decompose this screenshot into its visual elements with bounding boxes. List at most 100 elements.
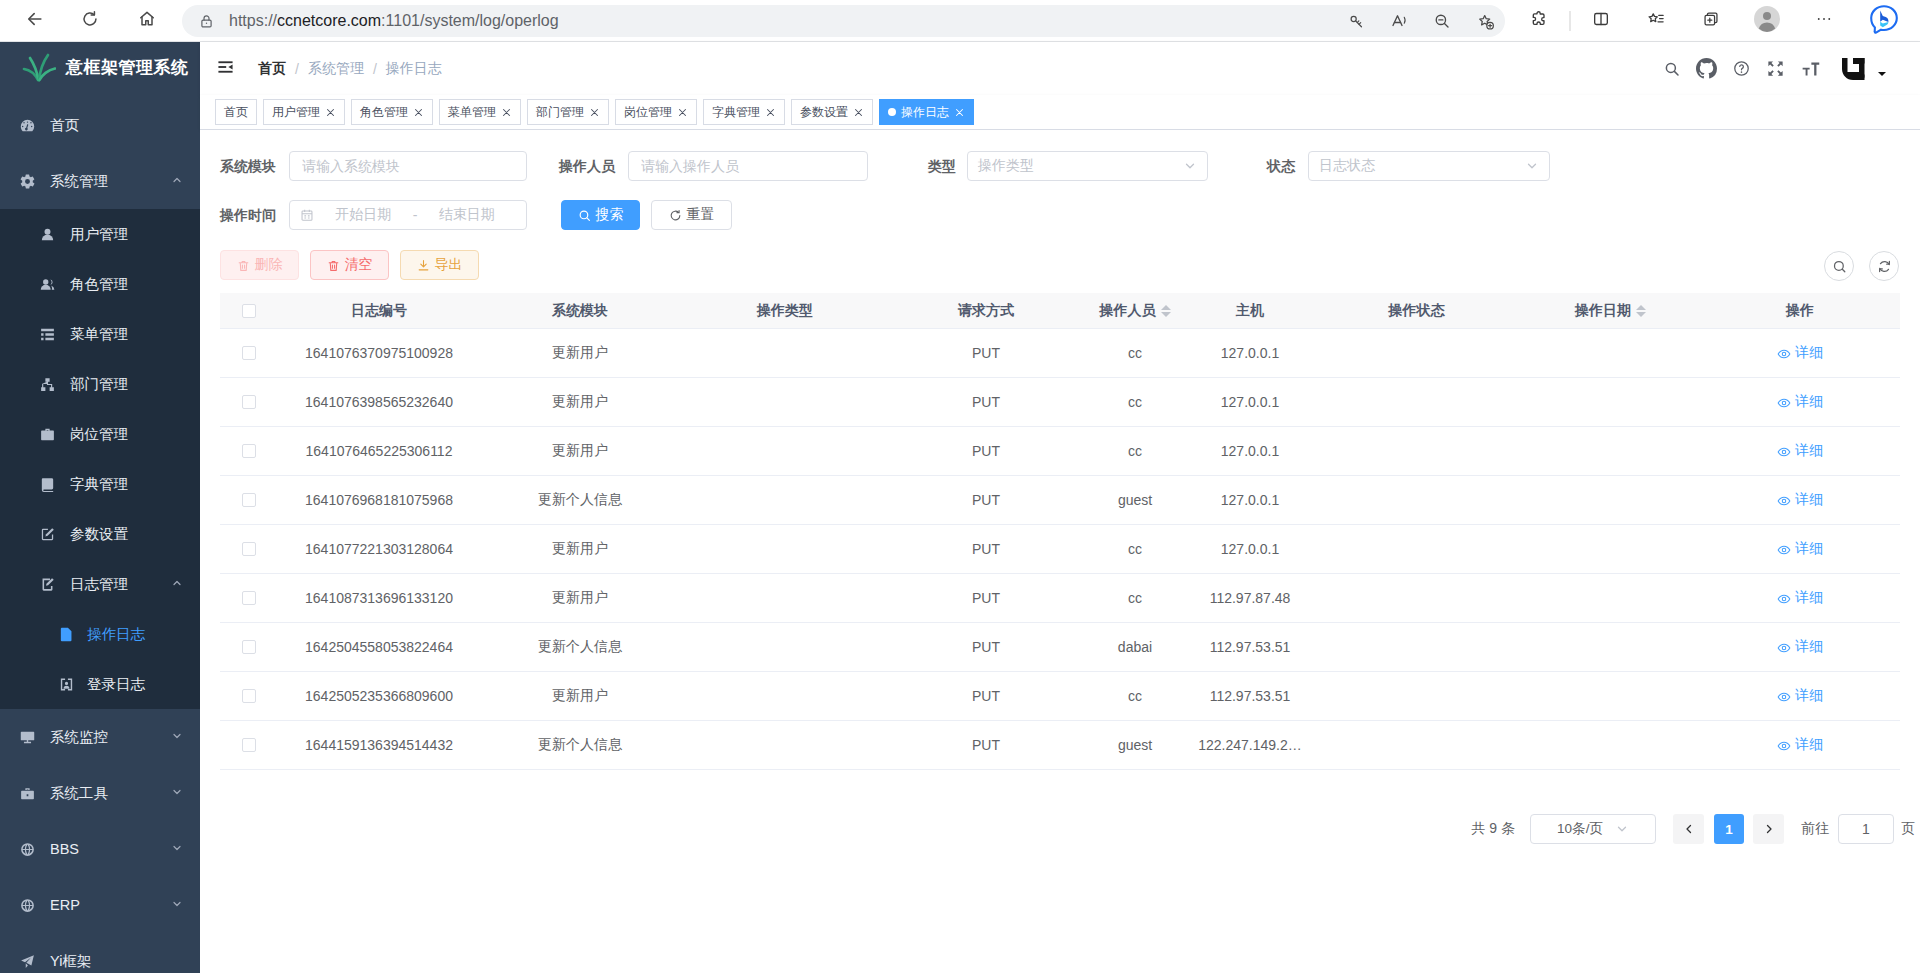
header-search-icon[interactable] xyxy=(1663,60,1681,78)
table-header-date[interactable]: 操作日期 xyxy=(1521,293,1700,328)
detail-button[interactable]: 详细 xyxy=(1777,393,1823,411)
bing-chat-icon[interactable] xyxy=(1869,4,1899,38)
sidebar-item-bbs[interactable]: BBS xyxy=(0,821,200,877)
detail-button[interactable]: 详细 xyxy=(1777,589,1823,607)
sidebar-item-yi-framework[interactable]: Yi框架 xyxy=(0,933,200,973)
close-icon[interactable] xyxy=(589,107,600,118)
url-text[interactable]: https://ccnetcore.com:1101/system/log/op… xyxy=(229,12,559,30)
close-icon[interactable] xyxy=(677,107,688,118)
table-header-operator[interactable]: 操作人员 xyxy=(1082,293,1188,328)
toggle-search-button[interactable] xyxy=(1824,251,1854,281)
sidebar-item-operation-log[interactable]: 操作日志 xyxy=(0,609,200,659)
sidebar-item-login-log[interactable]: 登录日志 xyxy=(0,659,200,709)
sidebar-item-tools[interactable]: 系统工具 xyxy=(0,765,200,821)
sidebar-item-logs[interactable]: 日志管理 xyxy=(0,559,200,609)
sidebar-item-dicts[interactable]: 字典管理 xyxy=(0,459,200,509)
breadcrumb-home[interactable]: 首页 xyxy=(258,60,286,78)
page-number-1[interactable]: 1 xyxy=(1714,814,1744,844)
checkbox-icon[interactable] xyxy=(242,304,256,318)
refresh-table-button[interactable] xyxy=(1869,251,1899,281)
operator-input[interactable] xyxy=(628,151,868,181)
browser-home-button[interactable] xyxy=(137,9,157,33)
browser-back-button[interactable] xyxy=(25,9,45,33)
sidebar-item-params[interactable]: 参数设置 xyxy=(0,509,200,559)
read-aloud-icon[interactable] xyxy=(1390,12,1408,30)
sidebar-item-monitor[interactable]: 系统监控 xyxy=(0,709,200,765)
checkbox-icon[interactable] xyxy=(242,395,256,409)
close-icon[interactable] xyxy=(413,107,424,118)
reset-button[interactable]: 重置 xyxy=(651,200,732,230)
module-input[interactable] xyxy=(289,151,527,181)
detail-button[interactable]: 详细 xyxy=(1777,491,1823,509)
checkbox-icon[interactable] xyxy=(242,493,256,507)
favorites-icon[interactable] xyxy=(1647,9,1666,32)
tag-6[interactable]: 字典管理 xyxy=(703,99,785,125)
collections-icon[interactable] xyxy=(1702,9,1721,32)
add-favorite-icon[interactable] xyxy=(1476,12,1495,31)
checkbox-icon[interactable] xyxy=(242,542,256,556)
browser-menu-icon[interactable] xyxy=(1815,10,1833,32)
tag-5[interactable]: 岗位管理 xyxy=(615,99,697,125)
tag-4[interactable]: 部门管理 xyxy=(527,99,609,125)
checkbox-icon[interactable] xyxy=(242,689,256,703)
checkbox-icon[interactable] xyxy=(242,591,256,605)
hamburger-icon[interactable] xyxy=(217,58,234,79)
browser-refresh-button[interactable] xyxy=(81,9,100,32)
extensions-icon[interactable] xyxy=(1530,9,1549,32)
export-button[interactable]: 导出 xyxy=(400,250,479,280)
tag-3[interactable]: 菜单管理 xyxy=(439,99,521,125)
font-size-icon[interactable] xyxy=(1800,58,1821,79)
next-page-button[interactable] xyxy=(1753,814,1784,844)
app-logo[interactable]: 意框架管理系统 xyxy=(0,42,200,92)
detail-button[interactable]: 详细 xyxy=(1777,736,1823,754)
table-header-log-id: 日志编号 xyxy=(278,293,480,328)
zoom-out-icon[interactable] xyxy=(1433,12,1451,30)
search-button[interactable]: 搜索 xyxy=(561,200,640,230)
page-size-select[interactable]: 10条/页 xyxy=(1530,814,1656,844)
delete-button[interactable]: 删除 xyxy=(220,250,299,280)
sidebar-item-posts[interactable]: 岗位管理 xyxy=(0,409,200,459)
github-icon[interactable] xyxy=(1696,58,1717,79)
sidebar-item-roles[interactable]: 角色管理 xyxy=(0,259,200,309)
sidebar-item-home[interactable]: 首页 xyxy=(0,97,200,153)
detail-button[interactable]: 详细 xyxy=(1777,540,1823,558)
detail-button[interactable]: 详细 xyxy=(1777,344,1823,362)
date-range-picker[interactable]: 开始日期 - 结束日期 xyxy=(289,200,527,230)
close-icon[interactable] xyxy=(325,107,336,118)
clear-button[interactable]: 清空 xyxy=(310,250,389,280)
close-icon[interactable] xyxy=(501,107,512,118)
type-select[interactable]: 操作类型 xyxy=(967,151,1208,181)
sidebar-item-users[interactable]: 用户管理 xyxy=(0,209,200,259)
checkbox-icon[interactable] xyxy=(242,444,256,458)
close-icon[interactable] xyxy=(765,107,776,118)
status-select[interactable]: 日志状态 xyxy=(1308,151,1550,181)
sidebar-item-depts[interactable]: 部门管理 xyxy=(0,359,200,409)
tag-0[interactable]: 首页 xyxy=(215,99,257,125)
sidebar-item-menus[interactable]: 菜单管理 xyxy=(0,309,200,359)
tag-2[interactable]: 角色管理 xyxy=(351,99,433,125)
table-header-select-all[interactable] xyxy=(220,293,278,328)
prev-page-button[interactable] xyxy=(1673,814,1704,844)
user-avatar-menu[interactable] xyxy=(1839,54,1887,84)
checkbox-icon[interactable] xyxy=(242,346,256,360)
detail-button[interactable]: 详细 xyxy=(1777,638,1823,656)
detail-button[interactable]: 详细 xyxy=(1777,687,1823,705)
tag-7[interactable]: 参数设置 xyxy=(791,99,873,125)
split-screen-icon[interactable] xyxy=(1592,9,1611,32)
help-icon[interactable] xyxy=(1732,59,1751,78)
sidebar-item-system[interactable]: 系统管理 xyxy=(0,153,200,209)
checkbox-icon[interactable] xyxy=(242,640,256,654)
fullscreen-icon[interactable] xyxy=(1766,59,1785,78)
close-icon[interactable] xyxy=(954,107,965,118)
lock-icon[interactable] xyxy=(198,13,215,30)
tag-8[interactable]: 操作日志 xyxy=(879,99,974,125)
tag-1[interactable]: 用户管理 xyxy=(263,99,345,125)
close-icon[interactable] xyxy=(853,107,864,118)
browser-profile-avatar[interactable] xyxy=(1754,6,1780,36)
detail-button[interactable]: 详细 xyxy=(1777,442,1823,460)
sidebar-item-erp[interactable]: ERP xyxy=(0,877,200,933)
jump-page-input[interactable] xyxy=(1838,814,1894,844)
address-bar[interactable]: https://ccnetcore.com:1101/system/log/op… xyxy=(182,5,1505,37)
checkbox-icon[interactable] xyxy=(242,738,256,752)
password-key-icon[interactable] xyxy=(1348,13,1365,30)
